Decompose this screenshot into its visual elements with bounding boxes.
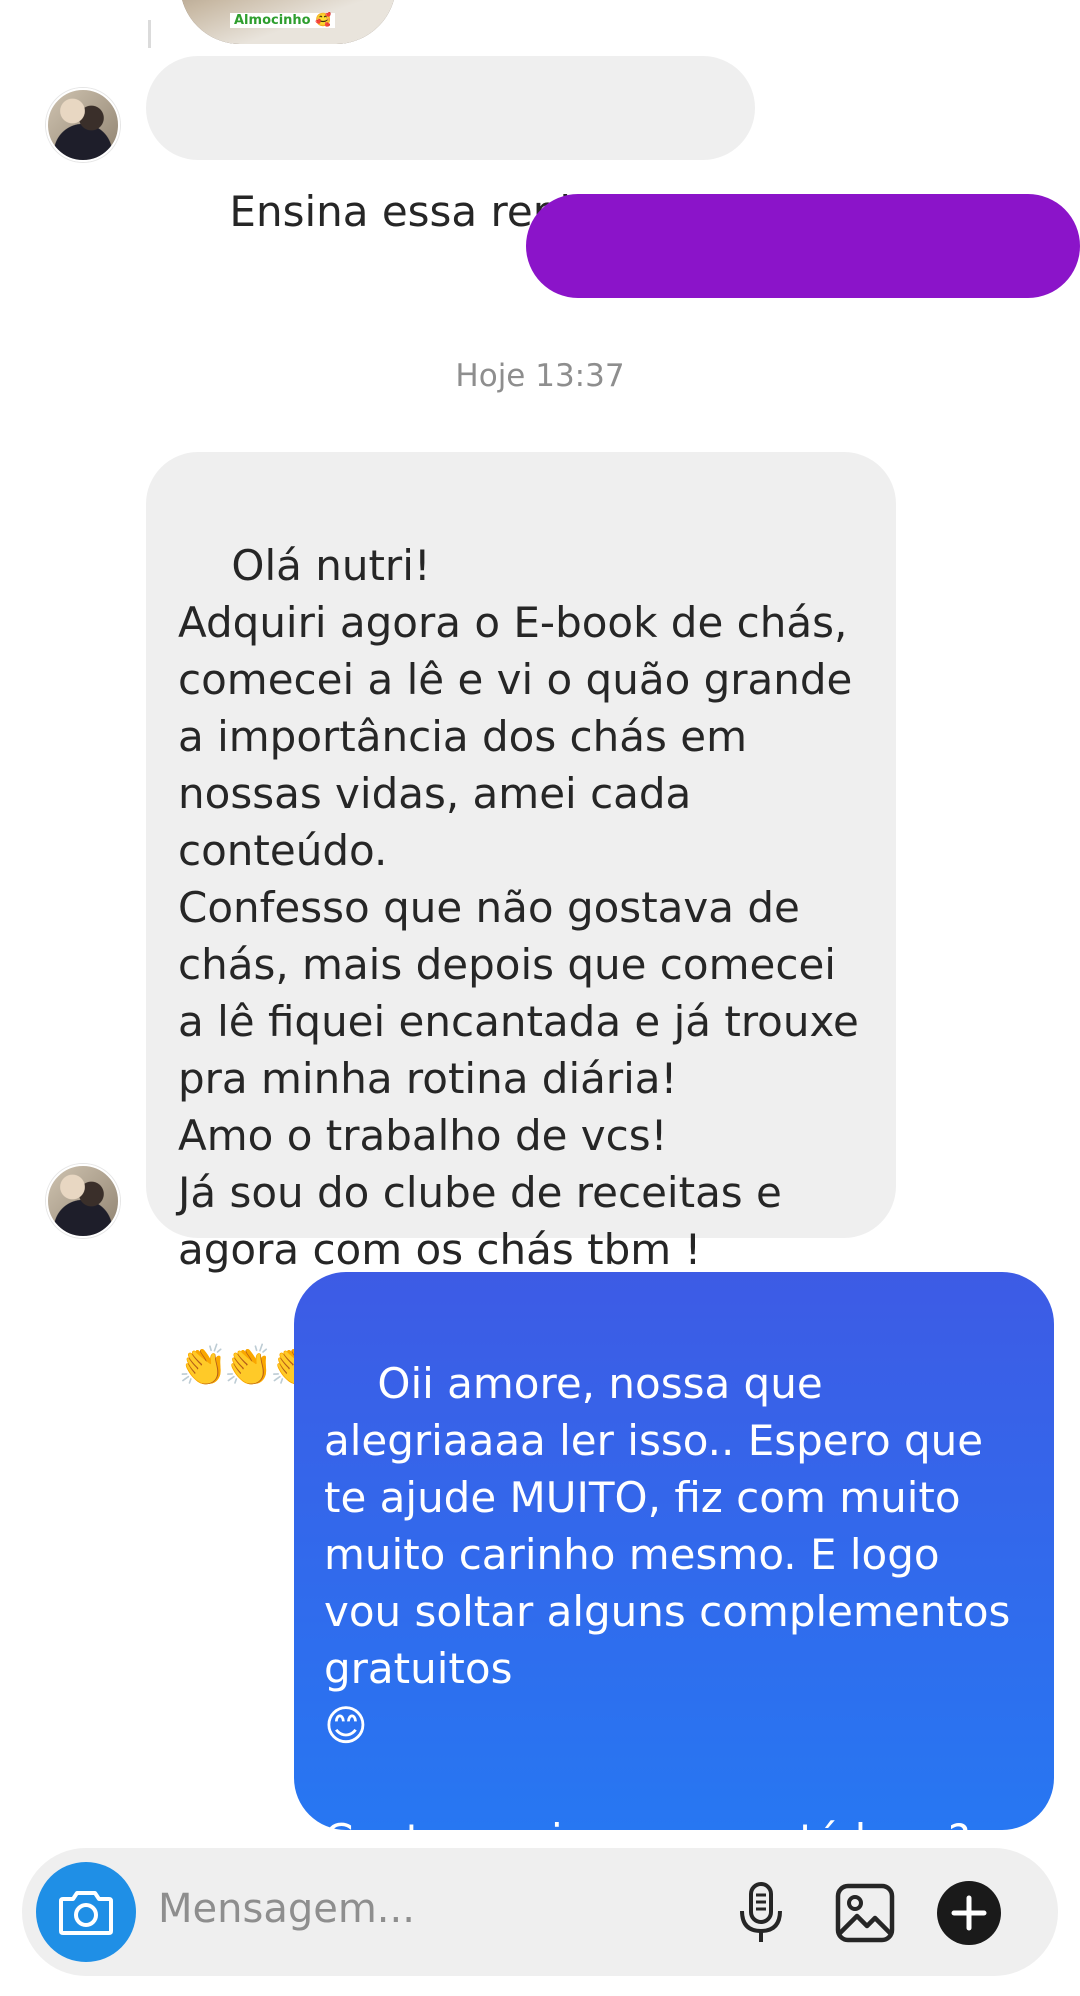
microphone-button[interactable]	[726, 1878, 796, 1948]
message-timestamp: Hoje 13:37	[455, 358, 625, 394]
plus-circle-icon	[937, 1881, 1001, 1945]
reply-indicator-line	[148, 20, 151, 48]
add-button[interactable]	[934, 1878, 1004, 1948]
message-outgoing[interactable]: Tenho postado no feed	[526, 194, 1080, 478]
gallery-button[interactable]	[830, 1878, 900, 1948]
message-text: Olá nutri! Adquiri agora o E-book de chá…	[178, 541, 859, 1274]
sender-avatar[interactable]	[46, 88, 120, 162]
camera-button[interactable]	[36, 1862, 136, 1962]
chat-screen: Almocinho 🥰 Ensina essa repita nutri Ten…	[0, 0, 1080, 1996]
sender-avatar[interactable]	[46, 1164, 120, 1238]
microphone-icon	[740, 1882, 782, 1942]
message-input[interactable]: Mensagem...	[158, 1886, 415, 1932]
message-incoming[interactable]: Ensina essa repita nutri	[146, 56, 756, 236]
message-incoming[interactable]: Olá nutri! Adquiri agora o E-book de chá…	[146, 452, 896, 1389]
shared-post-caption: Almocinho 🥰	[230, 13, 336, 28]
message-outgoing[interactable]: Oii amore, nossa que alegriaaaa ler isso…	[294, 1272, 1054, 1978]
message-composer: Mensagem...	[22, 1848, 1058, 1976]
shared-post-preview[interactable]: Almocinho 🥰	[180, 0, 396, 44]
camera-icon	[59, 1891, 113, 1935]
gallery-icon	[835, 1883, 895, 1943]
